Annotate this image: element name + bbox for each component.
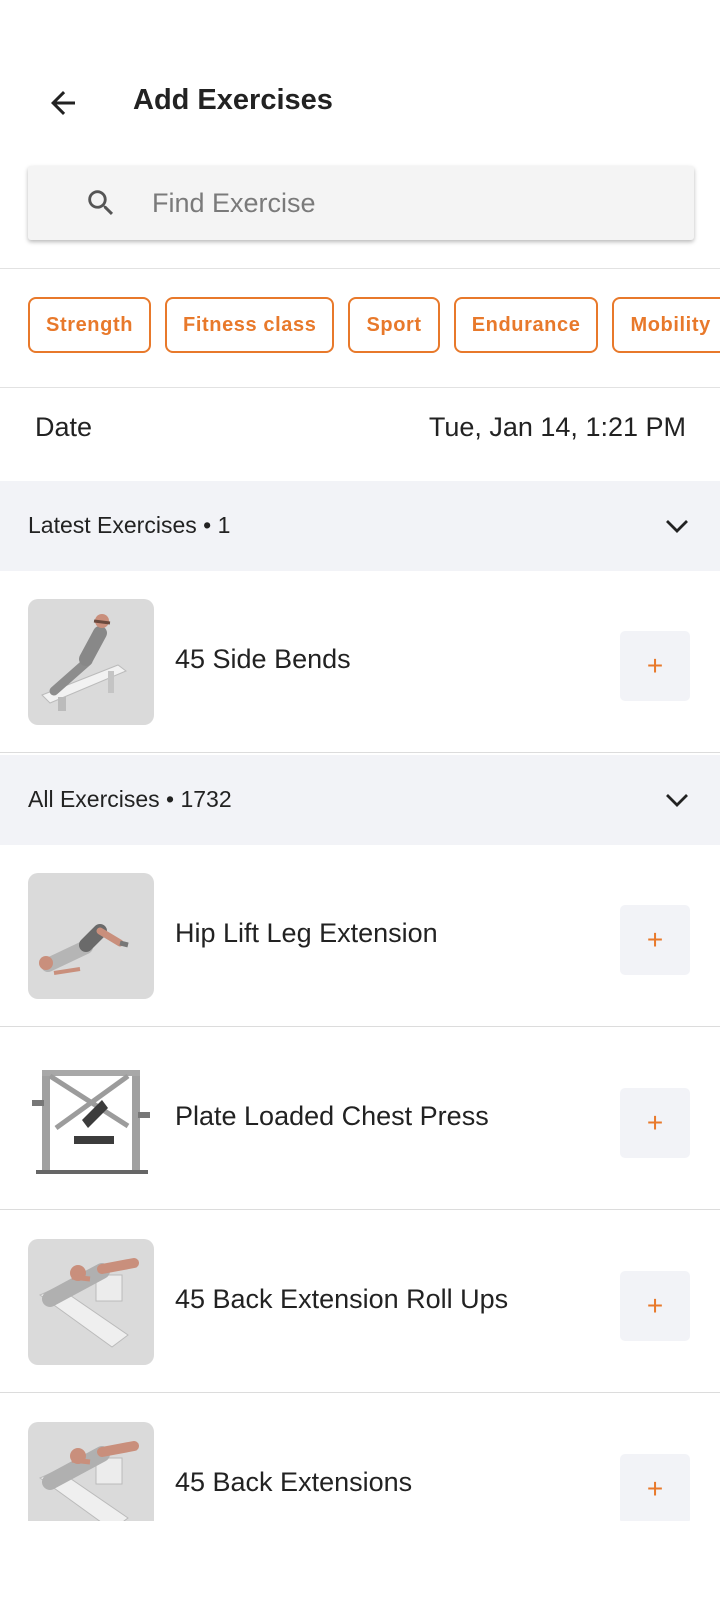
chip-sport[interactable]: Sport: [348, 297, 440, 353]
add-exercise-button[interactable]: +: [620, 905, 690, 975]
divider: [0, 268, 720, 269]
exercise-name: 45 Side Bends: [175, 644, 351, 674]
exercise-thumbnail: [28, 1422, 154, 1521]
filter-chips: Strength Fitness class Sport Endurance Mobil…: [28, 297, 720, 353]
add-exercise-button[interactable]: +: [620, 1454, 690, 1521]
exercise-thumbnail: [28, 873, 154, 999]
date-label: Date: [35, 412, 93, 442]
add-exercise-button[interactable]: +: [620, 631, 690, 701]
chip-strength[interactable]: Strength: [28, 297, 152, 353]
exercise-name: Hip Lift Leg Extension: [175, 918, 438, 948]
chip-endurance[interactable]: Endurance: [453, 297, 599, 353]
side-bend-figure-image: [41, 614, 127, 711]
exercise-row[interactable]: 45 Back Extension Roll Ups +: [0, 1211, 720, 1393]
add-exercise-button[interactable]: +: [620, 1271, 690, 1341]
chevron-down-icon: [666, 794, 688, 807]
back-extension-figure-image: [39, 1441, 139, 1521]
chip-fitness-class[interactable]: Fitness class: [165, 297, 335, 353]
page-title: Add Exercises: [133, 84, 333, 116]
date-value[interactable]: Tue, Jan 14, 1:21 PM: [429, 412, 686, 443]
chip-mobility[interactable]: Mobility: [612, 297, 720, 353]
hip-lift-figure-image: [39, 924, 129, 975]
back-button[interactable]: [40, 80, 86, 126]
section-title: All Exercises • 1732: [28, 786, 232, 812]
exercise-row[interactable]: 45 Side Bends +: [0, 571, 720, 753]
exercise-thumbnail: [28, 1239, 154, 1365]
search-input[interactable]: [152, 166, 672, 240]
exercise-thumbnail: [28, 1056, 154, 1182]
chevron-down-icon: [666, 520, 688, 533]
back-extension-figure-image: [39, 1258, 139, 1348]
date-row[interactable]: Date Tue, Jan 14, 1:21 PM: [0, 388, 720, 468]
latest-exercises-header[interactable]: Latest Exercises • 1: [0, 481, 720, 571]
exercise-row[interactable]: Plate Loaded Chest Press +: [0, 1028, 720, 1210]
chest-press-machine-image: [32, 1070, 150, 1174]
add-exercise-button[interactable]: +: [620, 1088, 690, 1158]
exercise-name: Plate Loaded Chest Press: [175, 1101, 489, 1131]
search-icon: [88, 190, 114, 216]
exercise-name: 45 Back Extensions: [175, 1467, 413, 1497]
exercise-row[interactable]: 45 Back Extensions +: [0, 1394, 720, 1521]
all-exercises-header[interactable]: All Exercises • 1732: [0, 755, 720, 845]
section-title: Latest Exercises • 1: [28, 512, 231, 538]
exercise-thumbnail: [28, 599, 154, 725]
exercise-name: 45 Back Extension Roll Ups: [175, 1284, 509, 1314]
arrow-left-icon: [51, 91, 75, 115]
exercise-row[interactable]: Hip Lift Leg Extension +: [0, 845, 720, 1027]
search-bar: [28, 166, 694, 240]
app-header: Add Exercises: [0, 0, 720, 160]
